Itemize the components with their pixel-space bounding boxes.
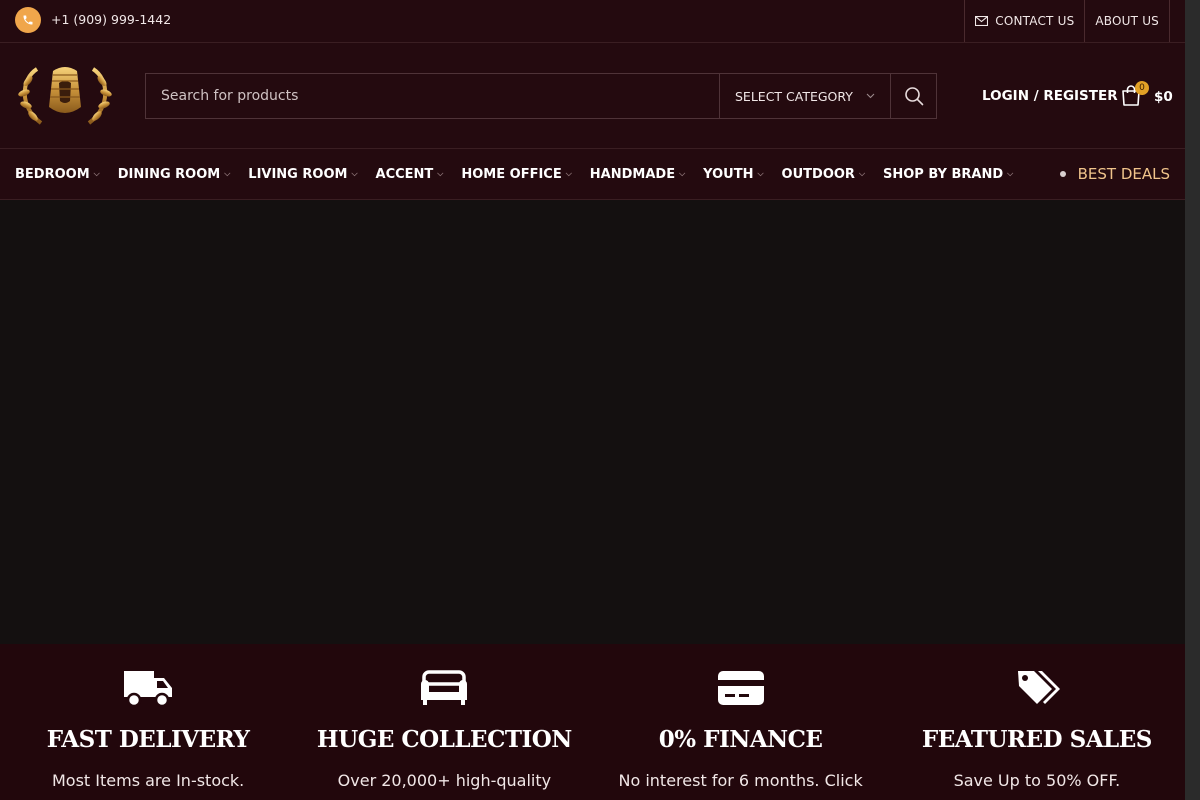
nav-item-label: OUTDOOR <box>781 166 855 182</box>
nav-item-label: HANDMADE <box>589 166 676 182</box>
feature-title: 0% FINANCE <box>658 726 823 753</box>
features-strip: FAST DELIVERY Most Items are In-stock. H… <box>0 644 1185 800</box>
feature-title: FEATURED SALES <box>921 726 1153 753</box>
bullet-icon <box>1059 171 1066 177</box>
about-us-label: ABOUT US <box>1095 14 1159 28</box>
chevron-down-icon: ⌵ <box>437 169 444 178</box>
cart-total[interactable]: $0 <box>1154 89 1173 105</box>
main-navigation: BEDROOM ⌵ DINING ROOM ⌵ LIVING ROOM ⌵ ACCEN… <box>0 149 1185 200</box>
envelope-icon <box>975 16 989 26</box>
tags-icon <box>1012 668 1062 708</box>
nav-item-bedroom[interactable]: BEDROOM ⌵ <box>15 167 100 182</box>
nav-item-label: BEDROOM <box>15 166 90 182</box>
chevron-down-icon: ⌵ <box>679 169 686 178</box>
chevron-down-icon: ⌵ <box>565 169 572 178</box>
best-deals-label: BEST DEALS <box>1077 165 1170 183</box>
nav-item-label: SHOP BY BRAND <box>883 166 1004 182</box>
top-links: CONTACT US ABOUT US <box>964 0 1170 42</box>
nav-item-label: YOUTH <box>703 166 754 182</box>
feature-featured-sales: FEATURED SALES Save Up to 50% OFF. <box>889 644 1185 800</box>
feature-finance: 0% FINANCE No interest for 6 months. Cli… <box>593 644 889 800</box>
credit-card-icon <box>716 668 766 708</box>
feature-title: HUGE COLLECTION <box>316 726 572 753</box>
nav-item-label: HOME OFFICE <box>461 166 562 182</box>
nav-item-handmade[interactable]: HANDMADE ⌵ <box>590 167 685 182</box>
category-select-label: SELECT CATEGORY <box>735 88 853 104</box>
main-header: SELECT CATEGORY LOGIN / REGISTER 0 $0 <box>0 43 1185 149</box>
feature-description: No interest for 6 months. Click <box>618 771 863 790</box>
hero-banner <box>0 200 1185 644</box>
nav-item-youth[interactable]: YOUTH ⌵ <box>703 167 763 182</box>
chevron-down-icon: ⌵ <box>93 169 100 178</box>
chevron-down-icon <box>866 93 875 99</box>
nav-item-outdoor[interactable]: OUTDOOR ⌵ <box>782 167 865 182</box>
category-select[interactable]: SELECT CATEGORY <box>719 74 890 118</box>
chevron-down-icon: ⌵ <box>224 169 231 178</box>
nav-item-living-room[interactable]: LIVING ROOM ⌵ <box>248 167 357 182</box>
phone-icon[interactable] <box>15 7 41 33</box>
nav-item-home-office[interactable]: HOME OFFICE ⌵ <box>461 167 571 182</box>
nav-item-label: ACCENT <box>375 166 434 182</box>
search-bar: SELECT CATEGORY <box>145 73 937 119</box>
search-button[interactable] <box>890 74 936 118</box>
nav-item-label: LIVING ROOM <box>248 166 348 182</box>
truck-icon <box>123 668 173 708</box>
search-icon <box>904 87 923 106</box>
feature-huge-collection: HUGE COLLECTION Over 20,000+ high-qualit… <box>296 644 592 800</box>
best-deals-link[interactable]: BEST DEALS <box>1059 149 1170 199</box>
chevron-down-icon: ⌵ <box>1007 169 1014 178</box>
feature-title: FAST DELIVERY <box>46 726 250 753</box>
phone-number[interactable]: +1 (909) 999-1442 <box>51 12 171 27</box>
sofa-icon <box>419 668 469 708</box>
search-input[interactable] <box>146 74 719 118</box>
nav-item-accent[interactable]: ACCENT ⌵ <box>376 167 444 182</box>
login-register-link[interactable]: LOGIN / REGISTER <box>982 88 1118 104</box>
feature-description: Most Items are In-stock. <box>51 771 245 790</box>
feature-description: Over 20,000+ high-quality <box>337 771 552 790</box>
about-us-link[interactable]: ABOUT US <box>1084 0 1170 42</box>
nav-item-shop-by-brand[interactable]: SHOP BY BRAND ⌵ <box>883 167 1013 182</box>
nav-item-label: DINING ROOM <box>117 166 221 182</box>
cart-count-badge: 0 <box>1135 81 1149 95</box>
chevron-down-icon: ⌵ <box>351 169 358 178</box>
site-logo[interactable] <box>15 61 115 129</box>
top-bar: +1 (909) 999-1442 CONTACT US ABOUT US <box>0 0 1185 43</box>
contact-us-label: CONTACT US <box>995 14 1075 28</box>
feature-fast-delivery: FAST DELIVERY Most Items are In-stock. <box>0 644 296 800</box>
chevron-down-icon: ⌵ <box>757 169 764 178</box>
contact-us-link[interactable]: CONTACT US <box>964 0 1084 42</box>
scrollbar[interactable] <box>1185 0 1200 800</box>
nav-item-dining-room[interactable]: DINING ROOM ⌵ <box>118 167 231 182</box>
feature-description: Save Up to 50% OFF. <box>953 771 1121 790</box>
chevron-down-icon: ⌵ <box>858 169 866 178</box>
